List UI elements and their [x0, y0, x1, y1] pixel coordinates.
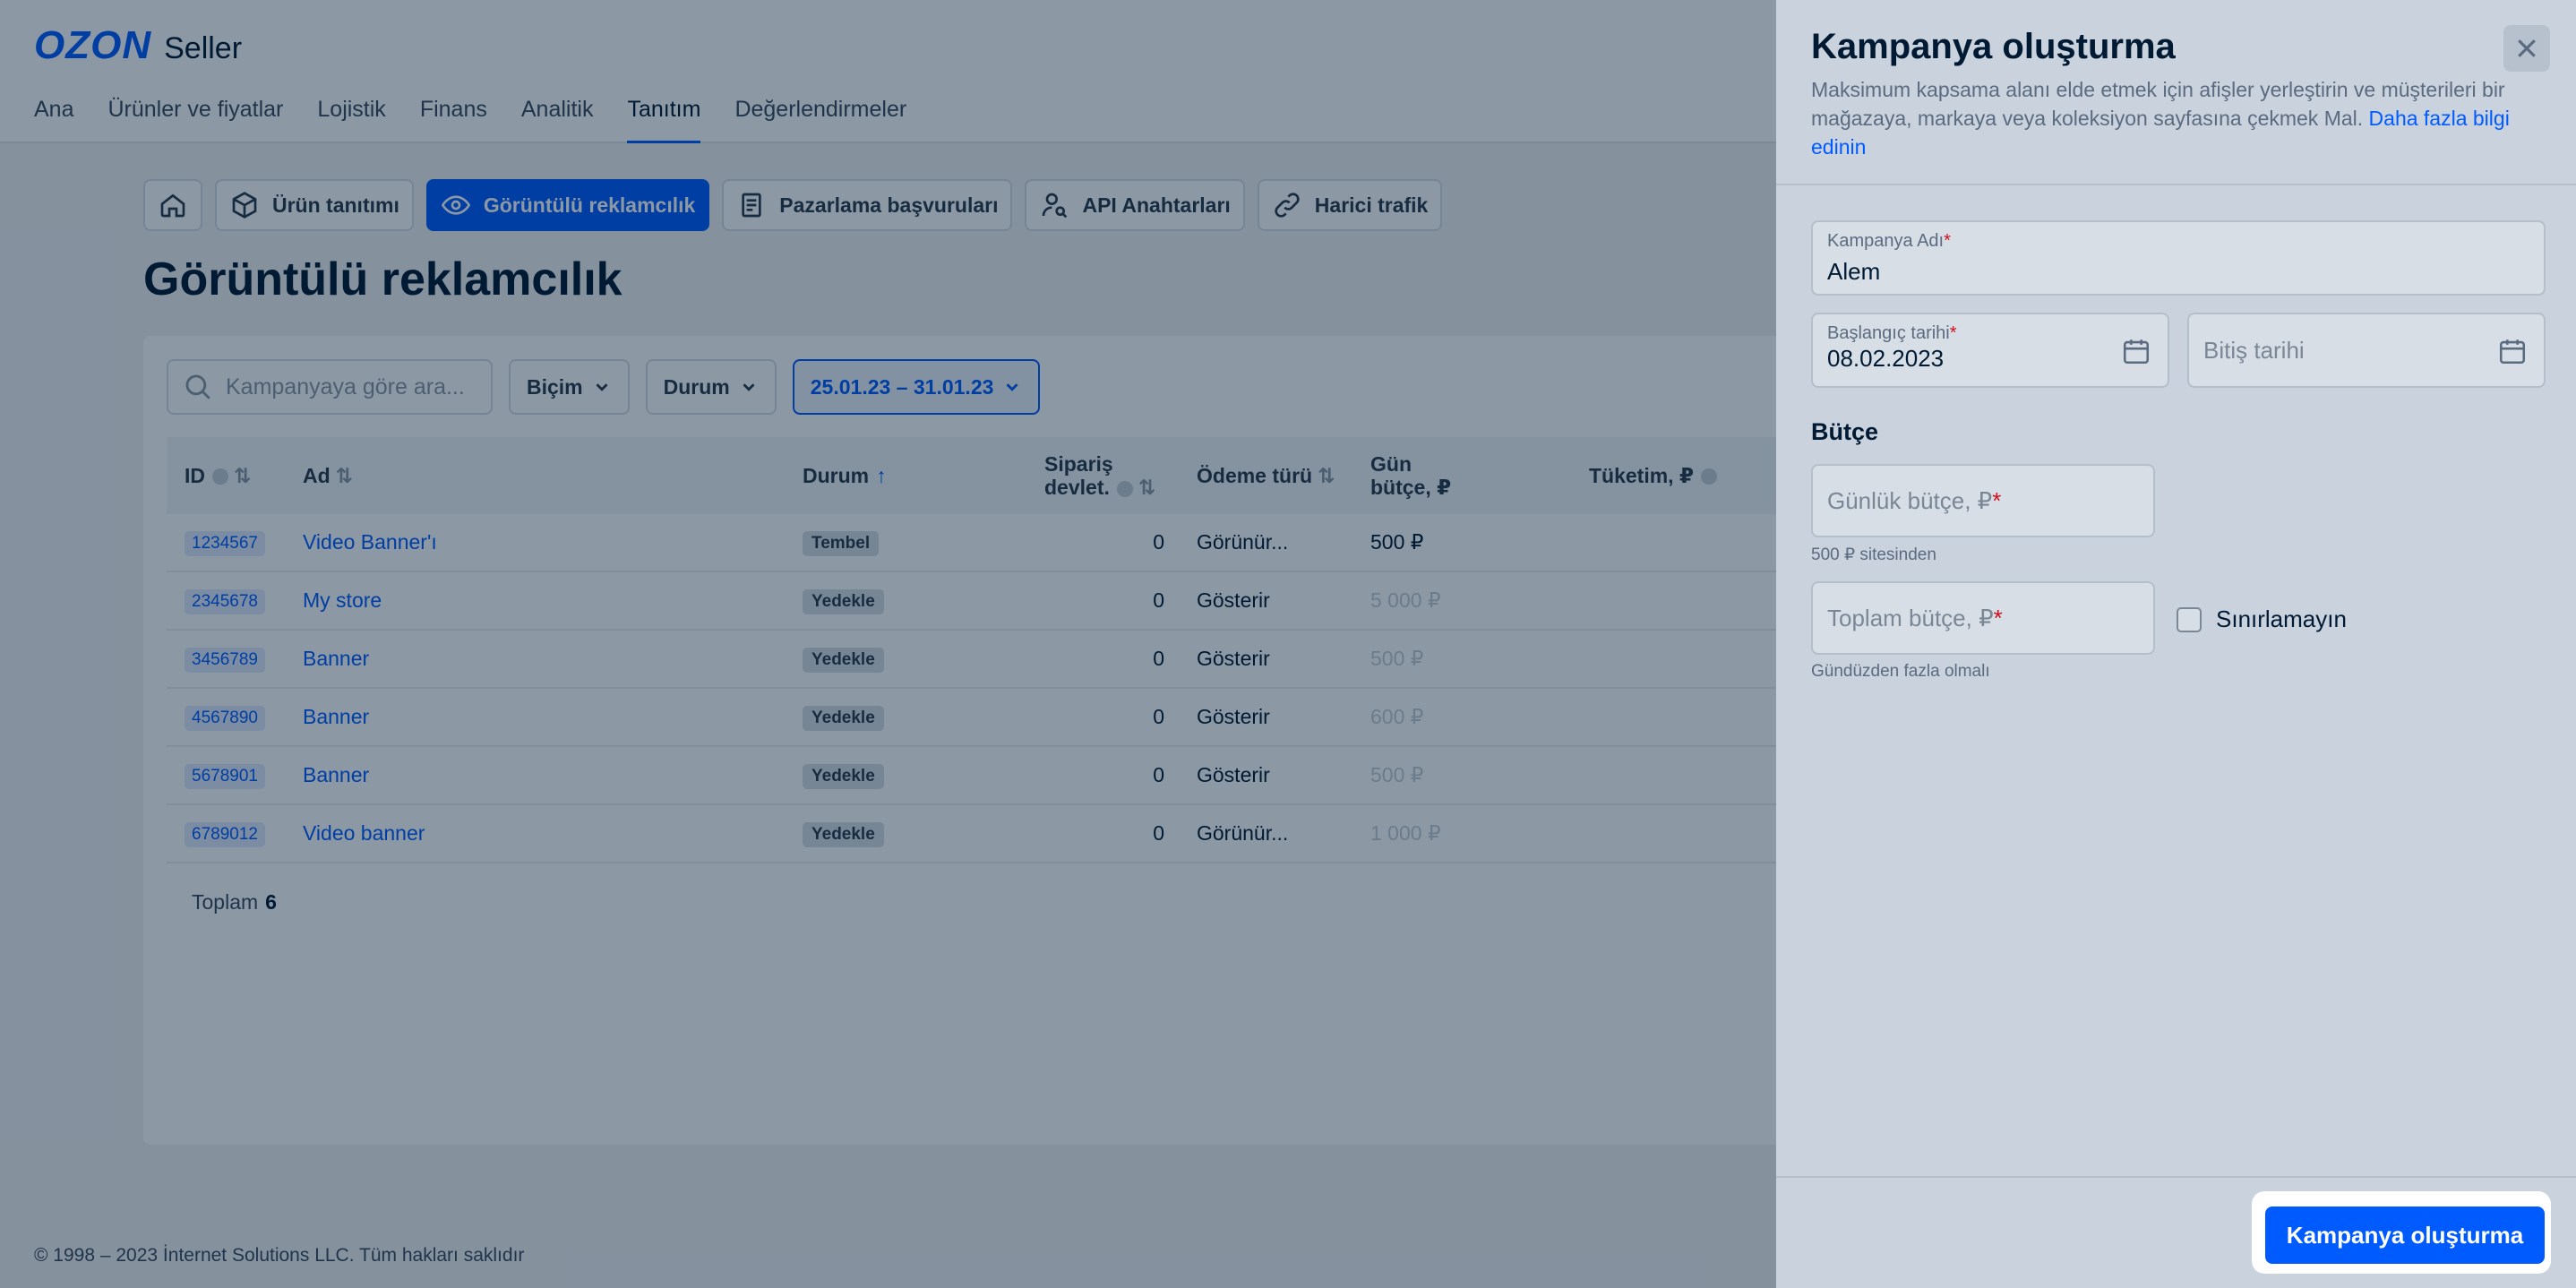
close-button[interactable] [2503, 25, 2550, 72]
campaign-name-value: Alem [1827, 258, 1881, 285]
total-budget-field[interactable]: Toplam bütçe, ₽ * [1811, 581, 2155, 655]
calendar-icon[interactable] [2497, 336, 2528, 366]
total-budget-hint: Gündüzden fazla olmalı [1811, 662, 1990, 681]
end-date-placeholder: Bitiş tarihi [2203, 336, 2305, 364]
unlimited-checkbox[interactable]: Sınırlamayın [2177, 605, 2347, 633]
budget-section-title: Bütçe [1811, 418, 1879, 445]
campaign-name-label: Kampanya Adı* [1827, 231, 1951, 251]
daily-budget-field[interactable]: Günlük bütçe, ₽ * [1811, 464, 2155, 537]
create-campaign-button[interactable]: Kampanya oluşturma [2265, 1206, 2545, 1264]
end-date-field[interactable]: Bitiş tarihi [2187, 313, 2546, 388]
daily-budget-placeholder: Günlük bütçe, ₽ * [1827, 486, 2002, 514]
calendar-icon[interactable] [2121, 336, 2151, 366]
panel-title: Kampanya oluşturma [1811, 27, 2176, 66]
start-date-value: 08.02.2023 [1827, 345, 1945, 372]
panel-header: Kampanya oluşturma Maksimum kapsama alan… [1776, 0, 2576, 185]
unlimited-label: Sınırlamayın [2216, 605, 2347, 632]
close-icon [2518, 39, 2536, 57]
panel-description: Maksimum kapsama alanı elde etmek için a… [1811, 75, 2510, 161]
start-date-label: Başlangıç tarihi* [1827, 323, 1957, 343]
campaign-name-field[interactable]: Kampanya Adı* Alem [1811, 220, 2546, 296]
start-date-field[interactable]: Başlangıç tarihi* 08.02.2023 [1811, 313, 2169, 388]
total-budget-placeholder: Toplam bütçe, ₽ * [1827, 604, 2003, 631]
checkbox-box[interactable] [2177, 606, 2202, 632]
daily-budget-hint: 500 ₽ sitesinden [1811, 545, 1936, 564]
